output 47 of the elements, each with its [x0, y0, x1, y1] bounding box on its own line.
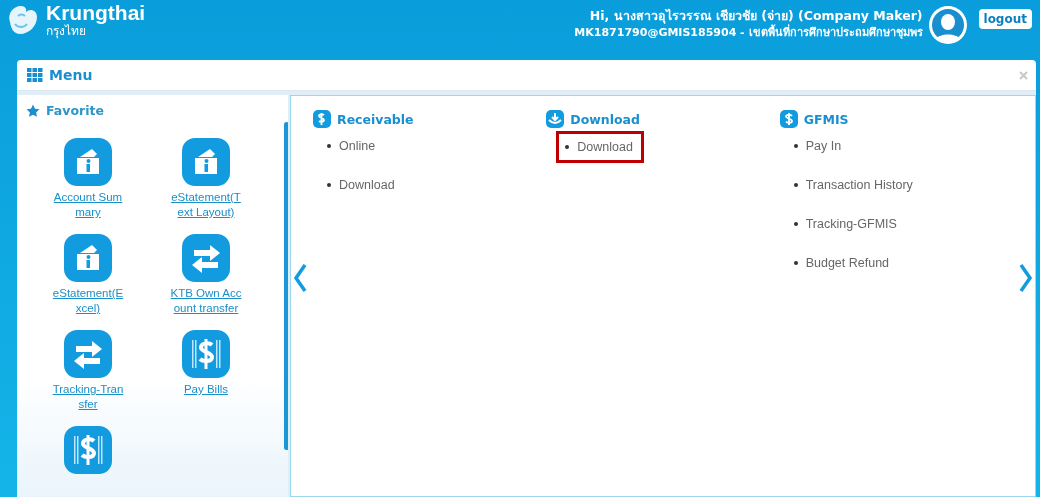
scrollbar[interactable] — [284, 122, 288, 450]
bullet-icon — [793, 261, 798, 265]
info-folder-icon — [64, 234, 112, 282]
brand-thai-name: กรุงไทย — [46, 24, 87, 38]
transfer-arrows-icon — [64, 330, 112, 378]
info-folder-icon — [64, 138, 112, 186]
transfer-arrows-icon — [182, 234, 230, 282]
menu-link[interactable]: Pay In — [793, 135, 842, 157]
grid-icon — [27, 67, 43, 83]
menu-link[interactable]: Download — [556, 131, 644, 163]
user-greeting: Hi, นางสาวอุไรวรรณ เชียวชัย (จ่าย) (Company Maker) — [589, 7, 923, 24]
bullet-icon — [327, 144, 331, 148]
dollar-icon — [779, 110, 798, 128]
dollar-barcode-icon — [64, 426, 112, 474]
favorite-link[interactable]: eStatement(Text Layout) — [170, 190, 242, 220]
bullet-icon — [793, 222, 798, 226]
menu-link[interactable]: Budget Refund — [793, 252, 890, 274]
favorite-title: Favorite — [46, 103, 104, 118]
dollar-barcode-icon — [182, 330, 230, 378]
dollar-icon — [313, 110, 331, 128]
menu-link[interactable]: Transaction History — [793, 174, 913, 196]
bullet-icon — [327, 183, 331, 187]
menu-link[interactable]: Tracking-GFMIS — [793, 213, 897, 235]
section-title: Download — [570, 111, 640, 127]
favorite-link[interactable]: Pay Bills — [170, 382, 242, 397]
logout-button[interactable]: logout — [978, 9, 1032, 29]
bullet-icon — [565, 145, 570, 149]
download-icon — [546, 110, 565, 128]
close-icon[interactable] — [1019, 70, 1028, 80]
chevron-right-icon[interactable] — [1019, 263, 1033, 293]
chevron-left-icon[interactable] — [293, 263, 307, 293]
favorite-link[interactable]: Tracking-Transfer — [52, 382, 124, 412]
menu-link[interactable]: Online — [327, 135, 376, 157]
favorite-link[interactable]: Account Summary — [52, 190, 124, 220]
menu-link[interactable]: Download — [327, 174, 395, 196]
bullet-icon — [793, 183, 798, 187]
favorite-link[interactable]: eStatement(Excel) — [52, 286, 124, 316]
brand-name: Krungthai — [46, 2, 146, 24]
favorite-link[interactable]: KTB Own Account transfer — [170, 286, 242, 316]
account-info: MK1871790@GMIS185904 - เขตพื้นที่การศึกษาประถมศึกษาชุมพร — [574, 25, 923, 41]
section-title: GFMIS — [803, 111, 849, 127]
info-folder-icon — [182, 138, 230, 186]
menu-title: Menu — [49, 67, 93, 83]
star-icon — [26, 103, 40, 118]
section-title: Receivable — [337, 111, 414, 127]
avatar-icon — [928, 6, 967, 44]
bullet-icon — [793, 144, 798, 148]
